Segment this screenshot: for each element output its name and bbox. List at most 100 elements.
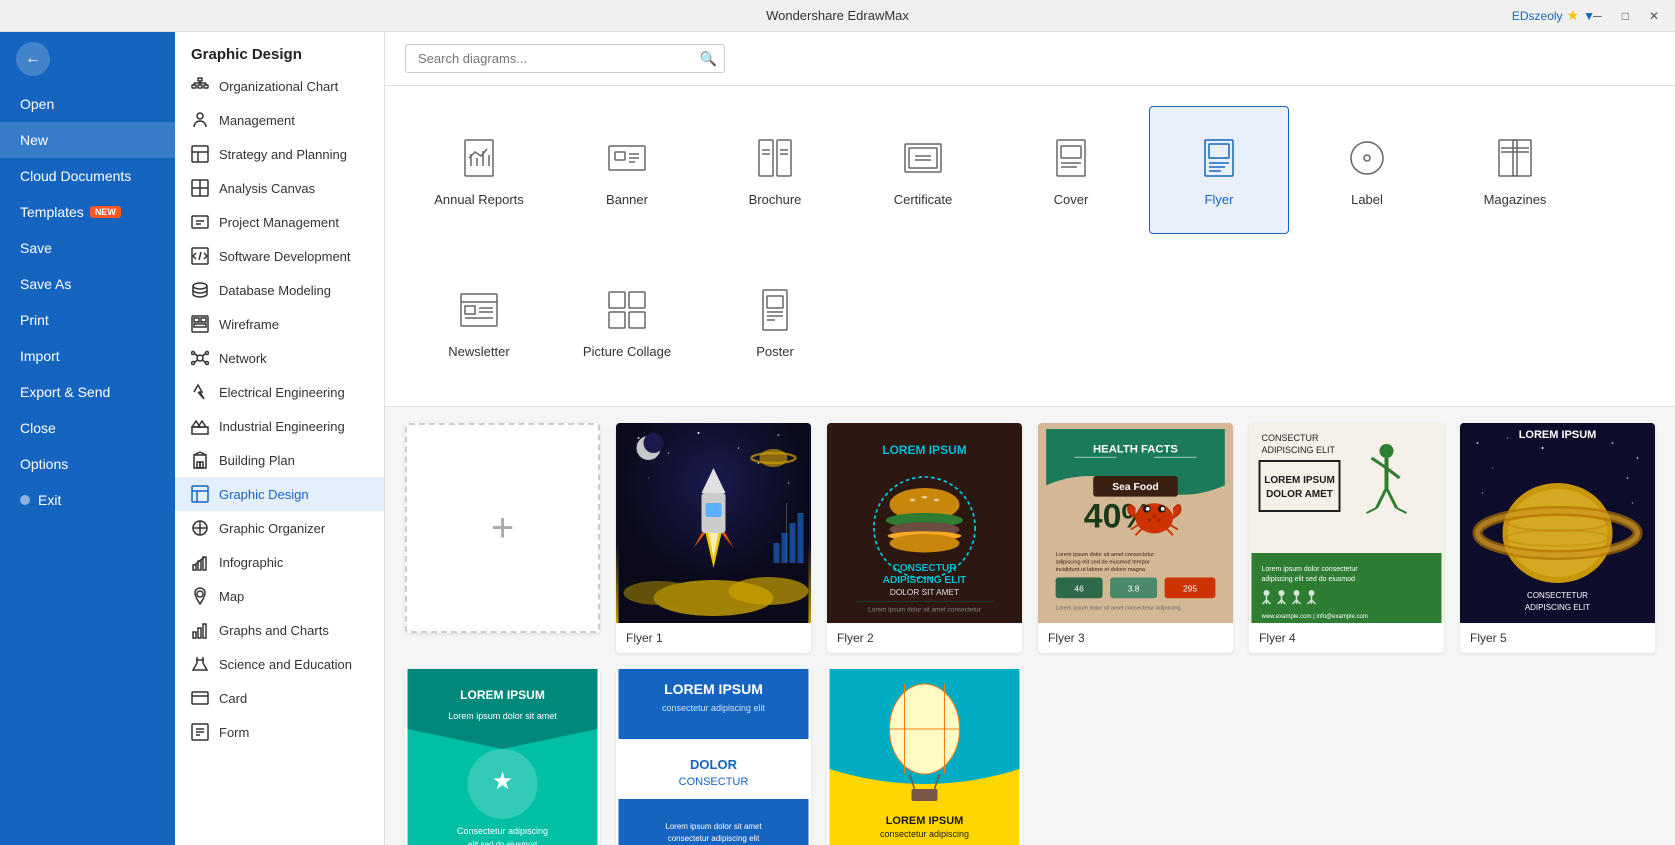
sidebar-item-save-as[interactable]: Save As — [0, 266, 175, 302]
sidebar-item-graphic-organizer[interactable]: Graphic Organizer — [175, 511, 384, 545]
category-poster[interactable]: Poster — [705, 258, 845, 386]
category-newsletter[interactable]: Newsletter — [409, 258, 549, 386]
sidebar-item-analysis[interactable]: Analysis Canvas — [175, 171, 384, 205]
flyer8-card[interactable]: LOREM IPSUM consectetur adipiscing elit … — [827, 669, 1022, 845]
category-annual-reports[interactable]: Annual Reports — [409, 106, 549, 234]
minimize-button[interactable]: ─ — [1587, 7, 1608, 25]
science-icon — [191, 655, 209, 673]
sidebar-item-wireframe[interactable]: Wireframe — [175, 307, 384, 341]
industrial-label: Industrial Engineering — [219, 419, 345, 434]
sidebar-item-exit[interactable]: Exit — [0, 482, 175, 518]
map-icon — [191, 587, 209, 605]
sidebar-item-strategy[interactable]: Strategy and Planning — [175, 137, 384, 171]
svg-text:adipiscing elit sed do eiusmod: adipiscing elit sed do eiusmod tempor — [1056, 559, 1150, 565]
sidebar-item-infographic[interactable]: Infographic — [175, 545, 384, 579]
close-button[interactable]: ✕ — [1643, 7, 1665, 25]
flyer3-card[interactable]: HEALTH FACTS Sea Food 40% — [1038, 423, 1233, 653]
sidebar-item-cloud[interactable]: Cloud Documents — [0, 158, 175, 194]
sidebar-item-close[interactable]: Close — [0, 410, 175, 446]
svg-text:Lorem ipsum dolor sit amet con: Lorem ipsum dolor sit amet consectetur — [868, 606, 982, 613]
sidebar-item-electrical[interactable]: Electrical Engineering — [175, 375, 384, 409]
sidebar-item-org-chart[interactable]: Organizational Chart — [175, 69, 384, 103]
sidebar-item-options[interactable]: Options — [0, 446, 175, 482]
sidebar-item-graphic-design[interactable]: Graphic Design — [175, 477, 384, 511]
category-flyer[interactable]: Flyer — [1149, 106, 1289, 234]
strategy-label: Strategy and Planning — [219, 147, 347, 162]
sidebar-item-project[interactable]: Project Management — [175, 205, 384, 239]
user-info: EDszeoly ★ ▼ — [1512, 7, 1595, 24]
exit-dot-icon — [20, 495, 30, 505]
svg-text:LOREM IPSUM: LOREM IPSUM — [460, 688, 545, 702]
sidebar-item-building[interactable]: Building Plan — [175, 443, 384, 477]
svg-text:CONSECTETUR: CONSECTETUR — [1527, 591, 1588, 600]
svg-text:Consectetur adipiscing: Consectetur adipiscing — [457, 826, 548, 836]
flyer5-card[interactable]: LOREM IPSUM CONSECTETUR ADIPISCING ELIT … — [1460, 423, 1655, 653]
flyer7-card[interactable]: LOREM IPSUM consectetur adipiscing elit … — [616, 669, 811, 845]
sidebar-item-software-dev[interactable]: Software Development — [175, 239, 384, 273]
annual-reports-label: Annual Reports — [434, 192, 524, 207]
category-banner[interactable]: Banner — [557, 106, 697, 234]
category-cover[interactable]: Cover — [1001, 106, 1141, 234]
sidebar-item-network[interactable]: Network — [175, 341, 384, 375]
search-icon: 🔍 — [700, 50, 717, 67]
flyer4-label: Flyer 4 — [1249, 623, 1444, 653]
flyer4-preview: CONSECTUR ADIPISCING ELIT LOREM IPSUM DO… — [1249, 423, 1444, 623]
categories-row1: Annual Reports Banner Brochure — [385, 86, 1675, 254]
sidebar-item-export[interactable]: Export & Send — [0, 374, 175, 410]
sidebar-item-map[interactable]: Map — [175, 579, 384, 613]
new-template-card[interactable]: + — [405, 423, 600, 633]
category-magazines[interactable]: Magazines — [1445, 106, 1585, 234]
electrical-icon — [191, 383, 209, 401]
sidebar-item-print[interactable]: Print — [0, 302, 175, 338]
analysis-icon — [191, 179, 209, 197]
sidebar-item-science-edu[interactable]: Science and Education — [175, 647, 384, 681]
window-controls: ─ □ ✕ — [1587, 7, 1665, 25]
maximize-button[interactable]: □ — [1616, 7, 1635, 25]
sidebar-item-new[interactable]: New — [0, 122, 175, 158]
certificate-label: Certificate — [894, 192, 953, 207]
svg-text:CONSECTUR: CONSECTUR — [1262, 433, 1320, 443]
category-label[interactable]: Label — [1297, 106, 1437, 234]
flyer5-label: Flyer 5 — [1460, 623, 1655, 653]
sidebar-item-save[interactable]: Save — [0, 230, 175, 266]
category-certificate[interactable]: Certificate — [853, 106, 993, 234]
flyer4-card[interactable]: CONSECTUR ADIPISCING ELIT LOREM IPSUM DO… — [1249, 423, 1444, 653]
svg-text:www.example.com | info@examp: www.example.com | info@example.com — [1261, 614, 1368, 620]
flyer1-preview — [616, 423, 811, 623]
svg-text:DOLOR: DOLOR — [690, 757, 738, 772]
flyer1-card[interactable]: Flyer 1 — [616, 423, 811, 653]
form-icon — [191, 723, 209, 741]
search-bar: 🔍 — [385, 32, 1675, 86]
sidebar-item-card[interactable]: Card — [175, 681, 384, 715]
software-dev-icon — [191, 247, 209, 265]
graphic-organizer-label: Graphic Organizer — [219, 521, 325, 536]
software-dev-label: Software Development — [219, 249, 351, 264]
flyer2-card[interactable]: LOREM IPSUM — [827, 423, 1022, 653]
sidebar-item-db-modeling[interactable]: Database Modeling — [175, 273, 384, 307]
svg-text:295: 295 — [1183, 584, 1197, 594]
category-picture-collage[interactable]: Picture Collage — [557, 258, 697, 386]
category-brochure[interactable]: Brochure — [705, 106, 845, 234]
flyer6-card[interactable]: LOREM IPSUM Lorem ipsum dolor sit amet ★… — [405, 669, 600, 845]
search-input[interactable] — [405, 44, 725, 73]
back-button[interactable]: ← — [16, 42, 50, 76]
svg-text:consectetur adipiscing elit: consectetur adipiscing elit — [668, 834, 760, 843]
sidebar-item-templates[interactable]: Templates NEW — [0, 194, 175, 230]
svg-text:Sea Food: Sea Food — [1112, 482, 1158, 493]
sidebar-item-open[interactable]: Open — [0, 86, 175, 122]
sidebar-item-industrial[interactable]: Industrial Engineering — [175, 409, 384, 443]
sidebar-item-form[interactable]: Form — [175, 715, 384, 749]
categories-row2: Newsletter Picture Collage Poster — [385, 254, 1675, 407]
org-chart-label: Organizational Chart — [219, 79, 338, 94]
sidebar-item-management[interactable]: Management — [175, 103, 384, 137]
graphic-design-icon — [191, 485, 209, 503]
graphs-icon — [191, 621, 209, 639]
sidebar-item-import[interactable]: Import — [0, 338, 175, 374]
svg-text:Lorem ipsum dolor sit amet: Lorem ipsum dolor sit amet — [665, 822, 762, 831]
flyer8-preview: LOREM IPSUM consectetur adipiscing elit … — [827, 669, 1022, 845]
svg-text:elit sed do eiusmod: elit sed do eiusmod — [468, 840, 537, 845]
svg-text:46: 46 — [1074, 584, 1084, 594]
sidebar-item-graphs[interactable]: Graphs and Charts — [175, 613, 384, 647]
org-chart-icon — [191, 77, 209, 95]
building-icon — [191, 451, 209, 469]
